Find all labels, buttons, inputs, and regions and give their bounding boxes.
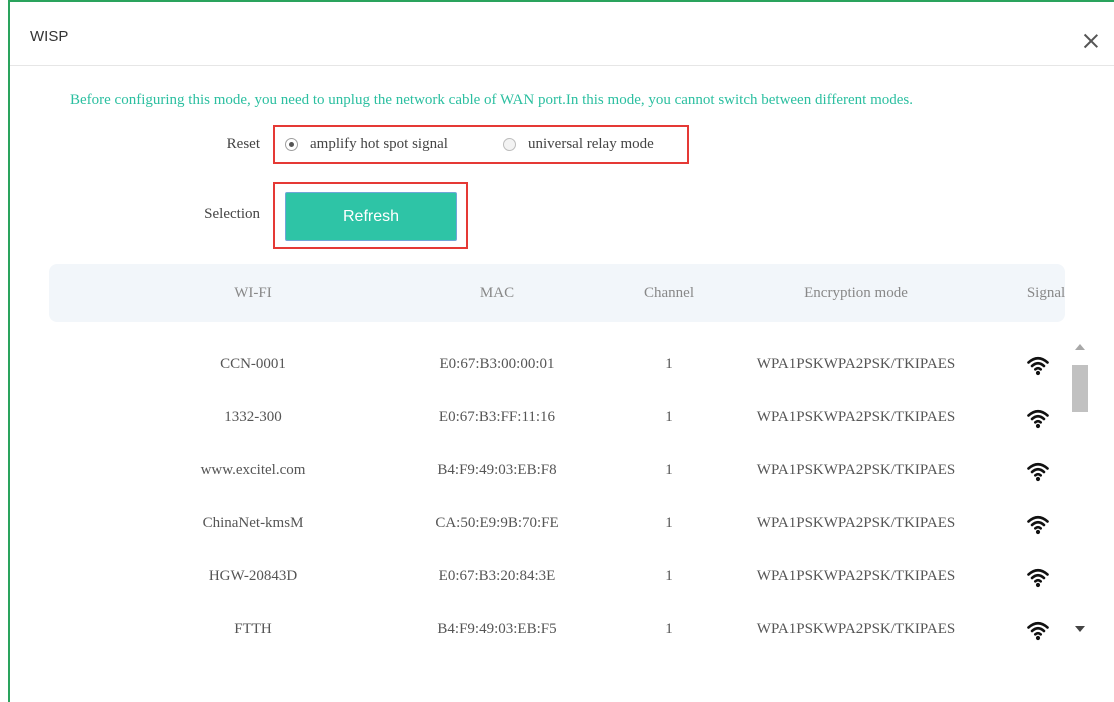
scrollbar-thumb[interactable] xyxy=(1072,365,1088,412)
table-row[interactable]: ChinaNet-kmsM CA:50:E9:9B:70:FE 1 WPA1PS… xyxy=(49,499,1065,552)
cell-channel: 1 xyxy=(665,356,673,372)
cell-encryption: WPA1PSKWPA2PSK/TKIPAES xyxy=(756,462,956,478)
cell-ssid: www.excitel.com xyxy=(200,462,306,478)
cell-mac: E0:67:B3:FF:11:16 xyxy=(438,409,556,425)
radio-checked-icon[interactable] xyxy=(285,138,298,151)
cell-ssid: 1332-300 xyxy=(224,409,282,425)
wifi-signal-icon xyxy=(1027,568,1049,588)
scroll-up-arrow-icon[interactable] xyxy=(1075,344,1085,350)
wifi-signal-icon xyxy=(1027,409,1049,429)
refresh-highlight-box: Refresh xyxy=(273,182,468,249)
table-row[interactable]: FTTH B4:F9:49:03:EB:F5 1 WPA1PSKWPA2PSK/… xyxy=(49,605,1065,658)
wifi-signal-icon xyxy=(1027,356,1049,376)
cell-mac: CA:50:E9:9B:70:FE xyxy=(435,515,559,531)
reset-label: Reset xyxy=(226,136,260,152)
mode-option-label: amplify hot spot signal xyxy=(310,136,448,152)
cell-ssid: CCN-0001 xyxy=(220,356,286,372)
cell-encryption: WPA1PSKWPA2PSK/TKIPAES xyxy=(756,515,956,531)
mode-option-amplify[interactable]: amplify hot spot signal xyxy=(285,136,448,153)
notice-text: Before configuring this mode, you need t… xyxy=(70,92,913,108)
cell-encryption: WPA1PSKWPA2PSK/TKIPAES xyxy=(756,356,956,372)
cell-ssid: ChinaNet-kmsM xyxy=(202,515,304,531)
dialog-header: WISP xyxy=(10,2,1114,66)
cell-channel: 1 xyxy=(665,621,673,637)
column-header-mac: MAC xyxy=(479,285,515,301)
column-header-channel: Channel xyxy=(644,285,694,301)
cell-encryption: WPA1PSKWPA2PSK/TKIPAES xyxy=(756,409,956,425)
cell-mac: E0:67:B3:20:84:3E xyxy=(438,568,556,584)
cell-ssid: HGW-20843D xyxy=(208,568,298,584)
cell-encryption: WPA1PSKWPA2PSK/TKIPAES xyxy=(756,621,956,637)
cell-mac: B4:F9:49:03:EB:F8 xyxy=(437,462,557,478)
table-row[interactable]: HGW-20843D E0:67:B3:20:84:3E 1 WPA1PSKWP… xyxy=(49,552,1065,605)
wifi-signal-icon xyxy=(1027,515,1049,535)
wifi-signal-icon xyxy=(1027,462,1049,482)
column-header-signal: Signal xyxy=(1026,285,1066,301)
scroll-down-arrow-icon[interactable] xyxy=(1075,626,1085,632)
wifi-list: CCN-0001 E0:67:B3:00:00:01 1 WPA1PSKWPA2… xyxy=(49,340,1065,656)
mode-option-universal-relay[interactable]: universal relay mode xyxy=(503,136,654,153)
cell-channel: 1 xyxy=(665,409,673,425)
cell-mac: E0:67:B3:00:00:01 xyxy=(439,356,555,372)
cell-mac: B4:F9:49:03:EB:F5 xyxy=(437,621,557,637)
mode-radio-group: amplify hot spot signal universal relay … xyxy=(273,125,689,164)
cell-channel: 1 xyxy=(665,515,673,531)
wifi-signal-icon xyxy=(1027,621,1049,641)
dialog-title: WISP xyxy=(30,28,69,45)
selection-label: Selection xyxy=(204,206,260,222)
table-row[interactable]: www.excitel.com B4:F9:49:03:EB:F8 1 WPA1… xyxy=(49,446,1065,499)
column-header-encryption: Encryption mode xyxy=(804,285,908,301)
close-icon[interactable] xyxy=(1082,32,1100,50)
table-header: WI-FI MAC Channel Encryption mode Signal xyxy=(49,264,1065,322)
table-row[interactable]: CCN-0001 E0:67:B3:00:00:01 1 WPA1PSKWPA2… xyxy=(49,340,1065,393)
column-header-wifi: WI-FI xyxy=(234,285,272,301)
mode-option-label: universal relay mode xyxy=(528,136,654,152)
refresh-button[interactable]: Refresh xyxy=(285,192,457,241)
table-row[interactable]: 1332-300 E0:67:B3:FF:11:16 1 WPA1PSKWPA2… xyxy=(49,393,1065,446)
cell-channel: 1 xyxy=(665,568,673,584)
radio-unchecked-icon[interactable] xyxy=(503,138,516,151)
cell-channel: 1 xyxy=(665,462,673,478)
cell-ssid: FTTH xyxy=(234,621,272,637)
cell-encryption: WPA1PSKWPA2PSK/TKIPAES xyxy=(756,568,956,584)
